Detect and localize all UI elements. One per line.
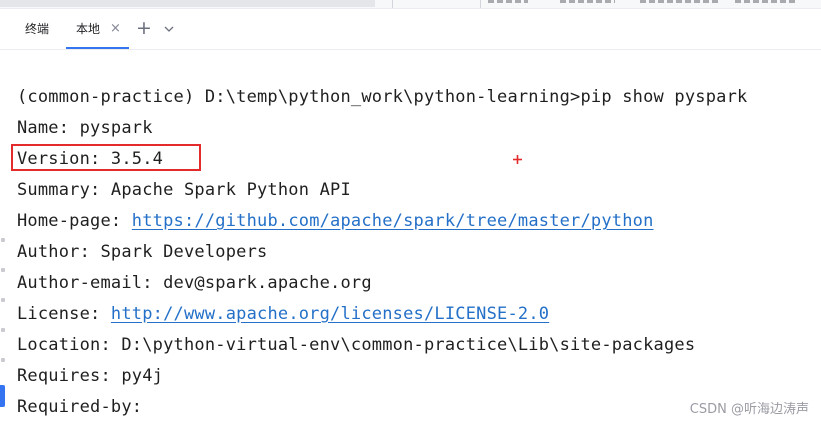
ide-terminal-window: 终端 本地 × + (common-practice) D:\temp\pytho… [0,0,821,422]
terminal-output[interactable]: (common-practice) D:\temp\python_work\py… [0,50,821,422]
editor-clipped-text [735,0,795,3]
left-tool-strip [0,230,6,407]
plus-icon[interactable]: + [136,9,152,49]
editor-divider [480,0,481,8]
license-label: License: [17,304,111,324]
chevron-down-icon[interactable] [164,24,174,34]
command-prompt-line: (common-practice) D:\temp\python_work\py… [17,87,748,107]
output-location-line: Location: D:\python-virtual-env\common-p… [17,335,696,355]
gutter-marker [1,328,5,332]
editor-area-edge [0,0,821,9]
terminal-tab-bar: 终端 本地 × + [0,9,821,50]
output-name-line: Name: pyspark [17,118,153,138]
tool-window-title-label: 终端 [25,22,50,36]
close-icon[interactable]: × [110,9,121,49]
output-author-email-line: Author-email: dev@spark.apache.org [17,273,372,293]
output-required-by-line: Required-by: [17,397,143,417]
homepage-label: Home-page: [17,211,132,231]
output-summary-line: Summary: Apache Spark Python API [17,180,351,200]
tab-local[interactable]: 本地 × [66,9,129,49]
output-author-line: Author: Spark Developers [17,242,268,262]
output-homepage-line: Home-page: https://github.com/apache/spa… [17,206,654,237]
output-requires-line: Requires: py4j [17,366,164,386]
gutter-marker [1,238,5,242]
homepage-link[interactable]: https://github.com/apache/spark/tree/mas… [132,211,654,231]
editor-scrollbar-region [0,0,375,7]
gutter-marker [1,358,5,362]
version-highlight-box [11,144,201,171]
output-license-line: License: http://www.apache.org/licenses/… [17,299,549,330]
watermark: CSDN @听海边涛声 [689,402,809,417]
editor-clipped-text [488,0,528,3]
editor-clipped-text [640,0,720,3]
editor-clipped-text [560,0,615,3]
active-tool-indicator[interactable] [0,385,5,407]
tool-window-title[interactable]: 终端 [25,9,49,49]
gutter-marker [1,268,5,272]
tab-local-label: 本地 [76,22,101,36]
crosshair-cursor-icon [513,155,522,164]
license-link[interactable]: http://www.apache.org/licenses/LICENSE-2… [111,304,549,324]
gutter-marker [1,298,5,302]
editor-divider [392,0,393,8]
